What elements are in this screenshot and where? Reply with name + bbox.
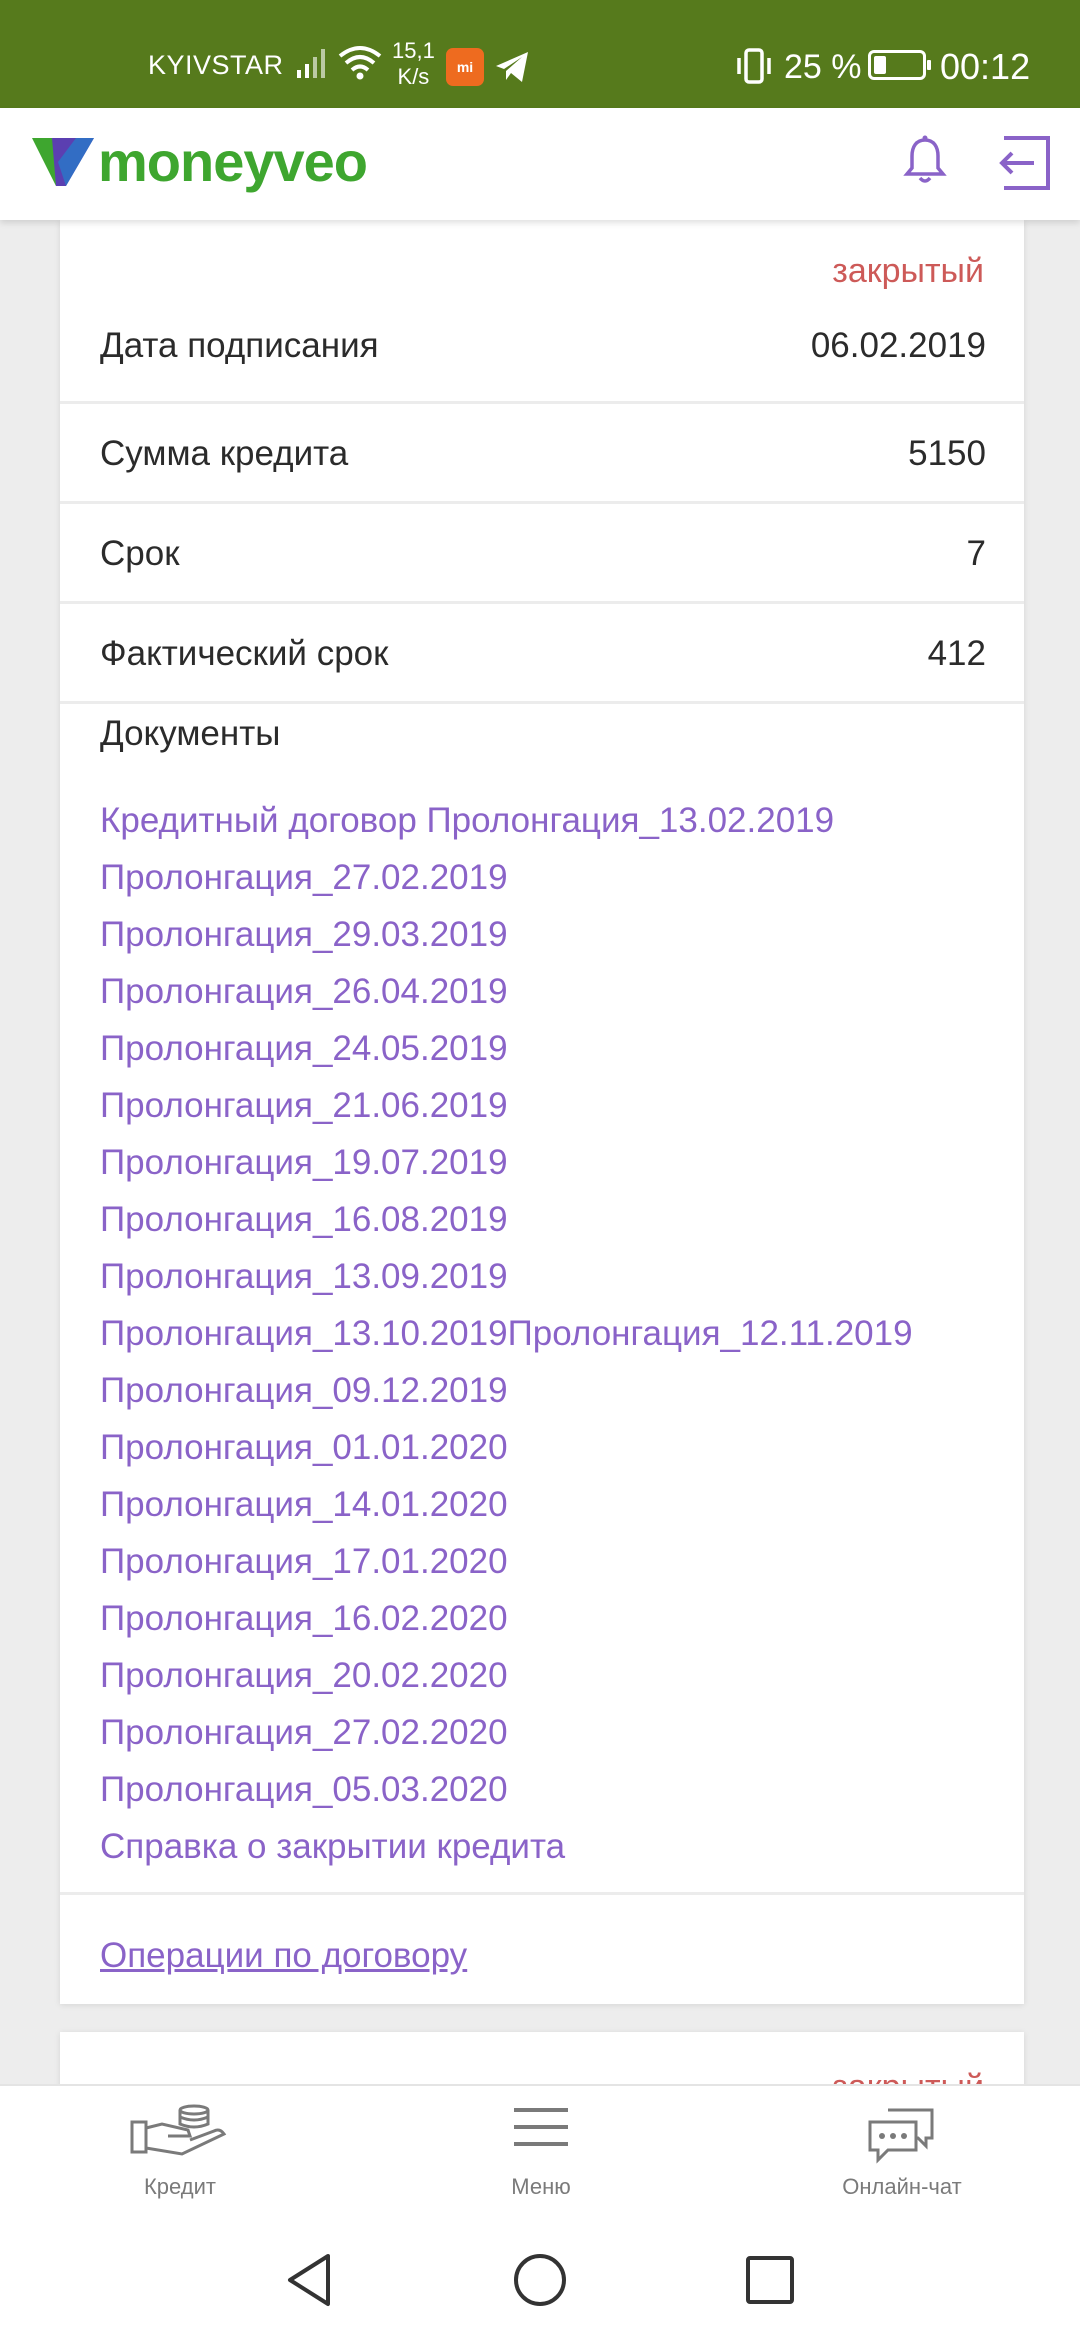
divider [60,1892,1024,1895]
contract-operations-link[interactable]: Операции по договору [100,1936,467,1976]
vibrate-icon [734,46,774,91]
notifications-bell-icon[interactable] [902,134,948,191]
network-speed: 15,1 K/s [392,38,435,90]
nav-item-online-chat[interactable]: Онлайн-чат [792,2086,1012,2220]
document-link[interactable]: Пролонгация_27.02.2020 [100,1704,913,1761]
document-link[interactable]: Пролонгация_21.06.2019 [100,1077,913,1134]
documents-title: Документы [100,714,281,753]
wifi-icon [338,44,382,87]
field-label: Сумма кредита [100,434,349,473]
document-link[interactable]: Пролонгация_14.01.2020 [100,1476,913,1533]
document-link[interactable]: Пролонгация_05.03.2020 [100,1761,913,1818]
document-link[interactable]: Пролонгация_17.01.2020 [100,1533,913,1590]
signal-icon [295,44,331,85]
document-link[interactable]: Справка о закрытии кредита [100,1818,913,1875]
field-value: 5150 [908,434,986,473]
document-link[interactable]: Пролонгация_13.09.2019 [100,1248,913,1305]
field-label: Фактический срок [100,634,389,673]
document-link[interactable]: Пролонгация_16.02.2020 [100,1590,913,1647]
contract-card: закрытый Дата подписания 06.02.2019 Сумм… [60,220,1024,2004]
document-link[interactable]: Пролонгация_16.08.2019 [100,1191,913,1248]
nav-item-credit[interactable]: Кредит [70,2086,290,2220]
status-bar: KYIVSTAR 15,1 K/s mi 25 % 00:12 [0,0,1080,108]
chat-bubbles-icon [868,2108,934,2164]
credit-hand-coins-icon [130,2104,227,2156]
documents-list: Кредитный договор Пролонгация_13.02.2019… [100,792,913,1875]
field-value: 7 [966,534,986,573]
logout-icon[interactable] [996,136,1052,195]
nav-label: Меню [511,2174,571,2199]
field-row-term: Срок 7 [60,504,1024,604]
field-value: 412 [927,634,986,673]
document-link[interactable]: Пролонгация_19.07.2019 [100,1134,913,1191]
nav-label: Онлайн-чат [842,2174,962,2199]
battery-icon [868,50,931,80]
document-link[interactable]: Пролонгация_13.10.2019Пролонгация_12.11.… [100,1305,913,1362]
contract-status-badge: закрытый [832,2068,984,2084]
document-link[interactable]: Пролонгация_01.01.2020 [100,1419,913,1476]
mi-app-icon: mi [446,48,484,86]
clock: 00:12 [940,46,1031,87]
contract-card-next: закрытый [60,2032,1024,2084]
battery-percent: 25 % [784,48,862,86]
nav-label: Кредит [143,2174,216,2199]
field-label: Дата подписания [100,326,379,365]
brand-name: moneyveo [98,130,368,193]
contracts-list[interactable]: закрытый Дата подписания 06.02.2019 Сумм… [0,220,1080,2084]
hamburger-menu-icon [514,2108,568,2146]
system-navigation-bar [0,2218,1080,2342]
nav-item-menu[interactable]: Меню [431,2086,651,2220]
app-header: moneyveo [0,108,1080,220]
network-speed-unit: K/s [397,64,430,89]
document-link[interactable]: Пролонгация_20.02.2020 [100,1647,913,1704]
carrier-name: KYIVSTAR [148,50,284,80]
logo-mark-icon [32,138,94,186]
field-value: 06.02.2019 [810,326,986,365]
field-label: Срок [100,534,180,573]
field-row-loan-amount: Сумма кредита 5150 [60,404,1024,504]
home-circle-icon[interactable] [512,2252,568,2308]
document-link[interactable]: Пролонгация_26.04.2019 [100,963,913,1020]
recents-square-icon[interactable] [744,2252,796,2308]
document-link[interactable]: Пролонгация_24.05.2019 [100,1020,913,1077]
document-link[interactable]: Пролонгация_09.12.2019 [100,1362,913,1419]
document-link[interactable]: Пролонгация_29.03.2019 [100,906,913,963]
bottom-navigation: Кредит Меню Онлайн-чат [0,2084,1080,2220]
document-link[interactable]: Пролонгация_27.02.2019 [100,849,913,906]
field-row-signing-date: Дата подписания 06.02.2019 [60,280,1024,404]
battery-fill [874,56,886,74]
back-triangle-icon[interactable] [284,2252,334,2308]
telegram-icon [494,50,530,89]
document-link[interactable]: Кредитный договор Пролонгация_13.02.2019 [100,792,913,849]
field-row-actual-term: Фактический срок 412 [60,604,1024,704]
network-speed-value: 15,1 [392,38,435,63]
